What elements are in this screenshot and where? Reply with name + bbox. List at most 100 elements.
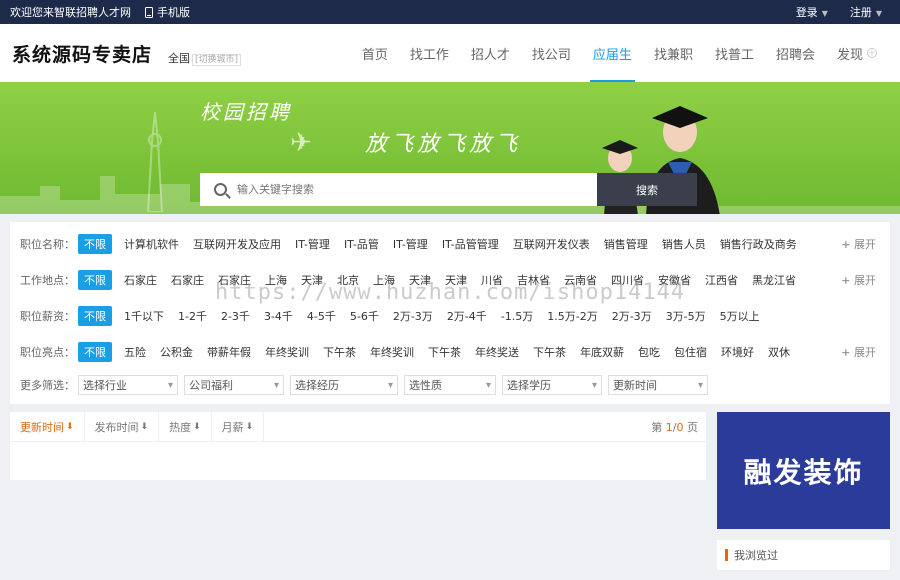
education-select[interactable]: 选择学历 <box>502 375 602 395</box>
filter-tag[interactable]: 销售行政及商务 <box>718 235 799 253</box>
filter-tag[interactable]: 年终奖训 <box>263 343 311 361</box>
site-logo[interactable]: 系统源码专卖店 <box>12 40 152 67</box>
filter-tag[interactable]: 吉林省 <box>515 271 552 289</box>
login-link[interactable]: 登录 ▼ <box>796 4 828 20</box>
mobile-link[interactable]: 手机版 <box>145 4 190 20</box>
filter-tag[interactable]: 天津 <box>299 271 325 289</box>
more-filters-label: 更多筛选： <box>20 379 75 392</box>
expand-button[interactable]: + 展开 <box>841 272 876 288</box>
register-link[interactable]: 注册 ▼ <box>850 4 882 20</box>
nav-part-time[interactable]: 找兼职 <box>643 24 704 82</box>
search-button[interactable]: 搜索 <box>597 173 697 206</box>
filter-row-position: 职位名称： 不限 计算机软件 互联网开发及应用 IT-管理 IT-品管 IT-管… <box>20 226 880 262</box>
filter-tag[interactable]: 天津 <box>407 271 433 289</box>
nav-graduates[interactable]: 应届生 <box>582 24 643 82</box>
chevron-down-icon: ▼ <box>821 9 828 18</box>
update-time-select[interactable]: 更新时间 <box>608 375 708 395</box>
arrow-down-icon: ⬇ <box>140 421 149 432</box>
expand-button[interactable]: + 展开 <box>841 344 876 360</box>
benefits-select[interactable]: 公司福利 <box>184 375 284 395</box>
nav-find-company[interactable]: 找公司 <box>521 24 582 82</box>
filter-tag[interactable]: 1千以下 <box>122 307 166 325</box>
current-page: 1 <box>665 420 673 434</box>
filter-tag[interactable]: 天津 <box>443 271 469 289</box>
filter-tag[interactable]: 公积金 <box>158 343 195 361</box>
filter-tag[interactable]: 2万-3万 <box>391 307 435 325</box>
filter-tag[interactable]: 不限 <box>78 234 112 254</box>
filter-tag[interactable]: 销售管理 <box>602 235 650 253</box>
filter-tag[interactable]: 上海 <box>263 271 289 289</box>
keyword-search-input[interactable] <box>237 183 598 196</box>
filter-tag[interactable]: 销售人员 <box>660 235 708 253</box>
advertisement-banner[interactable]: 融发装饰 <box>717 412 890 529</box>
filter-tag[interactable]: 1.5万-2万 <box>545 307 599 325</box>
filter-tag[interactable]: 包吃 <box>636 343 662 361</box>
filter-tag[interactable]: 3-4千 <box>262 307 295 325</box>
filter-tag[interactable]: 年底双薪 <box>578 343 626 361</box>
filter-tag[interactable]: 黑龙江省 <box>750 271 798 289</box>
sort-update-time[interactable]: 更新时间 ⬇ <box>10 411 85 442</box>
filter-tag[interactable]: 年终奖送 <box>473 343 521 361</box>
filter-tag[interactable]: IT-管理 <box>293 235 332 253</box>
nav-find-job[interactable]: 找工作 <box>399 24 460 82</box>
nav-find-talent[interactable]: 招人才 <box>460 24 521 82</box>
nav-home[interactable]: 首页 <box>351 24 399 82</box>
filter-tag[interactable]: 下午茶 <box>426 343 463 361</box>
filter-tag[interactable]: 年终奖训 <box>368 343 416 361</box>
filter-tag[interactable]: 2-3千 <box>219 307 252 325</box>
filter-tag[interactable]: 四川省 <box>609 271 646 289</box>
expand-button[interactable]: + 展开 <box>841 236 876 252</box>
experience-select[interactable]: 选择经历 <box>290 375 398 395</box>
filter-tag[interactable]: 1-2千 <box>176 307 209 325</box>
filter-tag[interactable]: IT-品管管理 <box>440 235 501 253</box>
filter-tag[interactable]: 互联网开发仪表 <box>511 235 592 253</box>
filter-tag[interactable]: 上海 <box>371 271 397 289</box>
filter-tag[interactable]: 云南省 <box>562 271 599 289</box>
industry-select[interactable]: 选择行业 <box>78 375 178 395</box>
filter-tag[interactable]: 川省 <box>479 271 505 289</box>
nav-discover[interactable]: 发现 + <box>826 24 888 82</box>
filter-tag[interactable]: 3万-5万 <box>664 307 708 325</box>
nature-select[interactable]: 选性质 <box>404 375 496 395</box>
filter-tag[interactable]: 5万以上 <box>718 307 762 325</box>
more-filters-row: 更多筛选： 选择行业 公司福利 选择经历 选性质 选择学历 更新时间 <box>20 370 880 400</box>
filter-tag[interactable]: 下午茶 <box>321 343 358 361</box>
filter-tag[interactable]: 带薪年假 <box>205 343 253 361</box>
filter-tag[interactable]: -1.5万 <box>499 307 535 325</box>
paper-plane-icon: ✈ <box>290 128 312 158</box>
filter-tag[interactable]: 石家庄 <box>169 271 206 289</box>
filter-tag[interactable]: 计算机软件 <box>122 235 181 253</box>
sort-salary[interactable]: 月薪 ⬇ <box>212 411 265 442</box>
filter-tag[interactable]: 安徽省 <box>656 271 693 289</box>
filter-tag[interactable]: 2万-3万 <box>610 307 654 325</box>
sort-popularity[interactable]: 热度 ⬇ <box>159 411 212 442</box>
filter-tag[interactable]: 4-5千 <box>305 307 338 325</box>
filter-tag[interactable]: 包住宿 <box>672 343 709 361</box>
filter-tag[interactable]: 互联网开发及应用 <box>191 235 283 253</box>
filter-tag[interactable]: 不限 <box>78 306 112 326</box>
filter-tag[interactable]: 石家庄 <box>216 271 253 289</box>
banner-title: 校园招聘 <box>200 100 292 124</box>
filter-tag[interactable]: 北京 <box>335 271 361 289</box>
nav-general-worker[interactable]: 找普工 <box>704 24 765 82</box>
city-selector[interactable]: 全国 [切换城市] <box>168 50 242 66</box>
campus-banner: 校园招聘 ✈ 放飞放飞放飞 搜索 <box>0 82 900 214</box>
filter-tag[interactable]: 环境好 <box>719 343 756 361</box>
filter-tag[interactable]: 双休 <box>766 343 792 361</box>
top-bar: 欢迎您来智联招聘人才网 手机版 登录 ▼ 注册 ▼ <box>0 0 900 24</box>
filter-tag[interactable]: 不限 <box>78 270 112 290</box>
filter-tag[interactable]: 石家庄 <box>122 271 159 289</box>
filter-tag[interactable]: IT-管理 <box>391 235 430 253</box>
filter-tag[interactable]: 五险 <box>122 343 148 361</box>
mobile-link-label: 手机版 <box>157 6 190 19</box>
filter-tag[interactable]: 2万-4千 <box>445 307 489 325</box>
job-results: 更新时间 ⬇ 发布时间 ⬇ 热度 ⬇ 月薪 ⬇ 第 1/0 页 <box>10 411 706 480</box>
city-switch-link[interactable]: [切换城市] <box>192 54 242 66</box>
sort-publish-time[interactable]: 发布时间 ⬇ <box>85 411 160 442</box>
filter-tag[interactable]: 5-6千 <box>348 307 381 325</box>
nav-job-fair[interactable]: 招聘会 <box>765 24 826 82</box>
filter-tag[interactable]: IT-品管 <box>342 235 381 253</box>
filter-tag[interactable]: 江西省 <box>703 271 740 289</box>
filter-tag[interactable]: 下午茶 <box>531 343 568 361</box>
filter-tag[interactable]: 不限 <box>78 342 112 362</box>
